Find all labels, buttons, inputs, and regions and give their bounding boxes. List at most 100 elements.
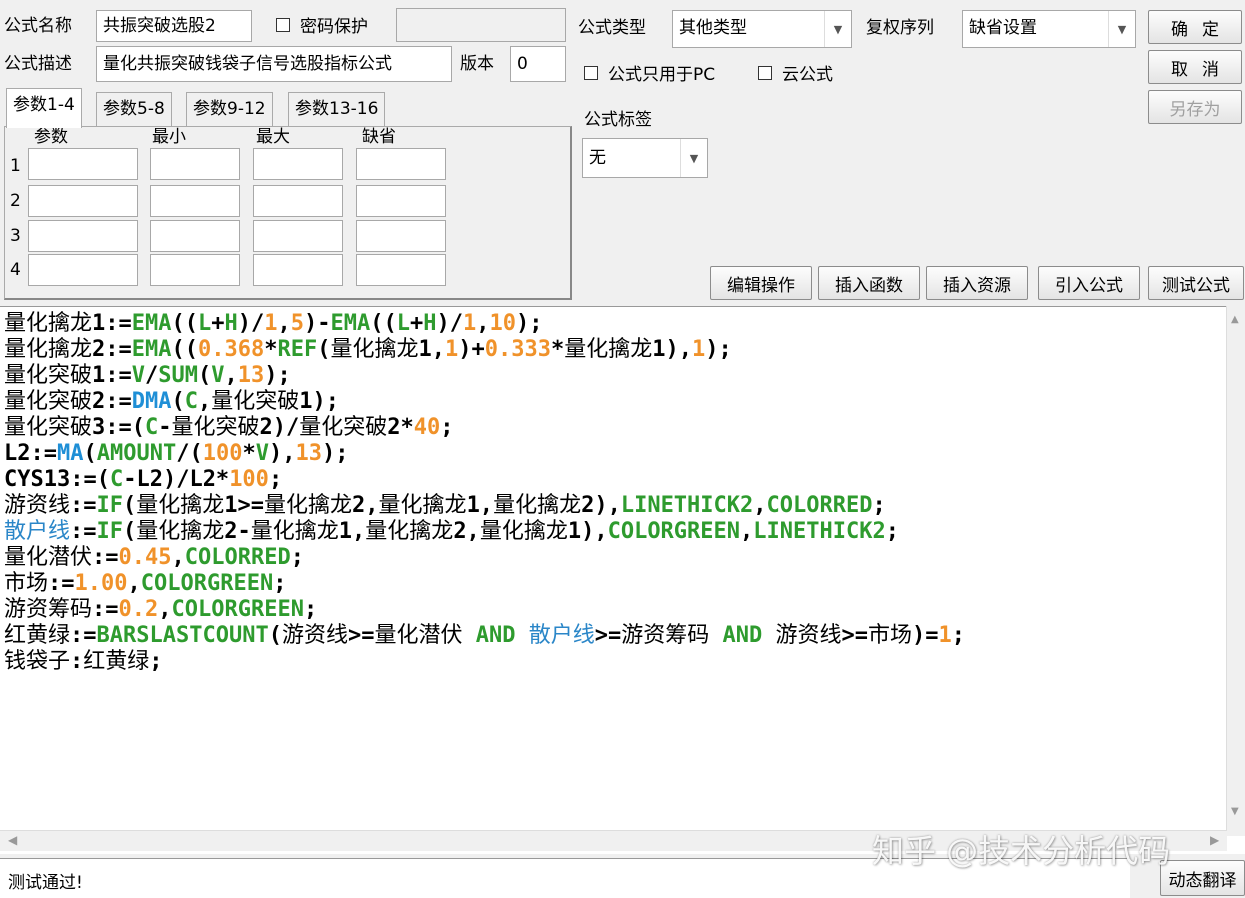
param-max-input[interactable] xyxy=(253,148,343,180)
code-token: COLORRED xyxy=(766,493,873,518)
code-token: 量化突破 xyxy=(299,415,388,440)
code-token: )+ xyxy=(458,337,485,362)
code-line: 红黄绿:=BARSLASTCOUNT(游资线>=量化潜伏 AND 散户线>=游资… xyxy=(4,623,965,649)
test-formula-button[interactable]: 测试公式 xyxy=(1148,266,1244,300)
password-protect-label: 密码保护 xyxy=(300,17,368,37)
param-default-input[interactable] xyxy=(356,148,446,180)
cancel-button[interactable]: 取消 xyxy=(1148,50,1242,84)
dynamic-translate-button[interactable]: 动态翻译 xyxy=(1160,860,1245,896)
code-token: 1, xyxy=(466,493,494,518)
code-token: ( xyxy=(198,363,212,388)
code-token: 2, xyxy=(352,493,379,518)
code-token: SUM xyxy=(158,363,199,388)
tab-params-5-8[interactable]: 参数5-8 xyxy=(96,92,172,126)
edit-operations-button[interactable]: 编辑操作 xyxy=(710,266,812,300)
code-token: , xyxy=(171,545,185,570)
code-token: := xyxy=(70,493,97,518)
version-label: 版本 xyxy=(460,54,494,74)
tab-params-13-16[interactable]: 参数13-16 xyxy=(288,92,386,126)
scroll-right-icon[interactable]: ▶ xyxy=(1210,833,1219,847)
code-editor[interactable]: 量化擒龙1:=EMA((L+H)/1,5)-EMA((L+H)/1,10); 量化… xyxy=(0,306,1245,854)
checkbox-box[interactable] xyxy=(584,65,598,80)
code-token: 1), xyxy=(567,519,608,544)
scroll-down-icon[interactable]: ▼ xyxy=(1231,806,1239,817)
pc-only-checkbox[interactable]: 公式只用于PC xyxy=(584,60,715,85)
code-token: 2:= xyxy=(92,337,132,362)
param-name-input[interactable] xyxy=(28,220,138,252)
code-token: EMA xyxy=(131,311,172,336)
password-protect-checkbox[interactable]: 密码保护 xyxy=(276,12,368,37)
chevron-down-icon[interactable]: ▼ xyxy=(1108,11,1135,47)
vertical-scrollbar[interactable]: ▲ ▼ xyxy=(1226,306,1245,836)
param-name-input[interactable] xyxy=(28,185,138,217)
insert-function-button[interactable]: 插入函数 xyxy=(818,266,920,300)
ok-button[interactable]: 确定 xyxy=(1148,10,1242,44)
param-default-input[interactable] xyxy=(356,254,446,286)
code-token: 1>= xyxy=(224,493,265,518)
version-input[interactable]: 0 xyxy=(510,46,566,82)
rights-select[interactable]: 缺省设置 ▼ xyxy=(962,10,1136,48)
chevron-down-icon[interactable]: ▼ xyxy=(680,139,707,177)
param-min-input[interactable] xyxy=(150,185,240,217)
checkbox-box[interactable] xyxy=(758,65,772,80)
code-token: AND xyxy=(475,623,516,648)
code-token: / xyxy=(145,363,159,388)
watermark-text: 知乎 @技术分析代码 xyxy=(872,832,1171,870)
code-token: ( xyxy=(123,493,137,518)
param-row-number: 3 xyxy=(10,226,21,246)
code-token: >= xyxy=(347,623,375,648)
scroll-up-icon[interactable]: ▲ xyxy=(1231,314,1239,325)
code-token: ); xyxy=(705,337,732,362)
checkbox-box[interactable] xyxy=(276,17,290,32)
tab-params-9-12[interactable]: 参数9-12 xyxy=(186,92,273,126)
code-token: 游资筹码 xyxy=(4,597,93,622)
code-token: BARSLASTCOUNT xyxy=(96,623,269,648)
param-min-input[interactable] xyxy=(150,254,240,286)
cloud-formula-checkbox[interactable]: 云公式 xyxy=(758,60,833,85)
code-token: 散户线 xyxy=(4,519,71,544)
code-token: COLORGREEN xyxy=(140,571,274,596)
param-header-name: 参数 xyxy=(34,127,68,147)
param-max-input[interactable] xyxy=(253,254,343,286)
code-token: , xyxy=(127,571,141,596)
formula-desc-input[interactable]: 量化共振突破钱袋子信号选股指标公式 xyxy=(96,46,452,82)
code-token: := xyxy=(48,571,75,596)
formula-tags-select[interactable]: 无 ▼ xyxy=(582,138,708,178)
formula-name-input[interactable]: 共振突破选股2 xyxy=(96,10,252,42)
param-default-input[interactable] xyxy=(356,220,446,252)
param-name-input[interactable] xyxy=(28,254,138,286)
param-min-input[interactable] xyxy=(150,220,240,252)
code-token: LINETHICK2 xyxy=(620,493,754,518)
code-line: 游资筹码:=0.2,COLORGREEN; xyxy=(4,597,317,623)
code-line: 游资线:=IF(量化擒龙1>=量化擒龙2,量化擒龙1,量化擒龙2),LINETH… xyxy=(4,493,886,519)
code-token: CYS13:=( xyxy=(4,467,110,492)
save-as-button[interactable]: 另存为 xyxy=(1148,90,1242,124)
code-token: (( xyxy=(171,311,199,336)
code-token: := xyxy=(92,597,119,622)
formula-type-select[interactable]: 其他类型 ▼ xyxy=(672,10,852,48)
code-token: - xyxy=(158,415,172,440)
insert-resource-button[interactable]: 插入资源 xyxy=(926,266,1028,300)
code-token: ( xyxy=(83,441,97,466)
rights-label: 复权序列 xyxy=(866,18,934,38)
import-formula-button[interactable]: 引入公式 xyxy=(1038,266,1140,300)
code-token: , xyxy=(198,389,212,414)
scroll-left-icon[interactable]: ◀ xyxy=(8,833,17,847)
param-max-input[interactable] xyxy=(253,220,343,252)
code-token: 量化突破 xyxy=(4,363,93,388)
code-token: 5 xyxy=(290,311,305,336)
password-input[interactable] xyxy=(396,8,566,42)
code-token: ( xyxy=(268,623,282,648)
tab-params-1-4[interactable]: 参数1-4 xyxy=(6,88,82,128)
param-name-input[interactable] xyxy=(28,148,138,180)
code-token: 3:=( xyxy=(92,415,145,440)
param-default-input[interactable] xyxy=(356,185,446,217)
code-token: 量化擒龙 xyxy=(136,493,225,518)
param-max-input[interactable] xyxy=(253,185,343,217)
status-text: 测试通过! xyxy=(8,873,83,893)
chevron-down-icon[interactable]: ▼ xyxy=(824,11,851,47)
param-min-input[interactable] xyxy=(150,148,240,180)
code-line: CYS13:=(C-L2)/L2*100; xyxy=(4,467,282,493)
code-token: ; xyxy=(885,519,899,544)
